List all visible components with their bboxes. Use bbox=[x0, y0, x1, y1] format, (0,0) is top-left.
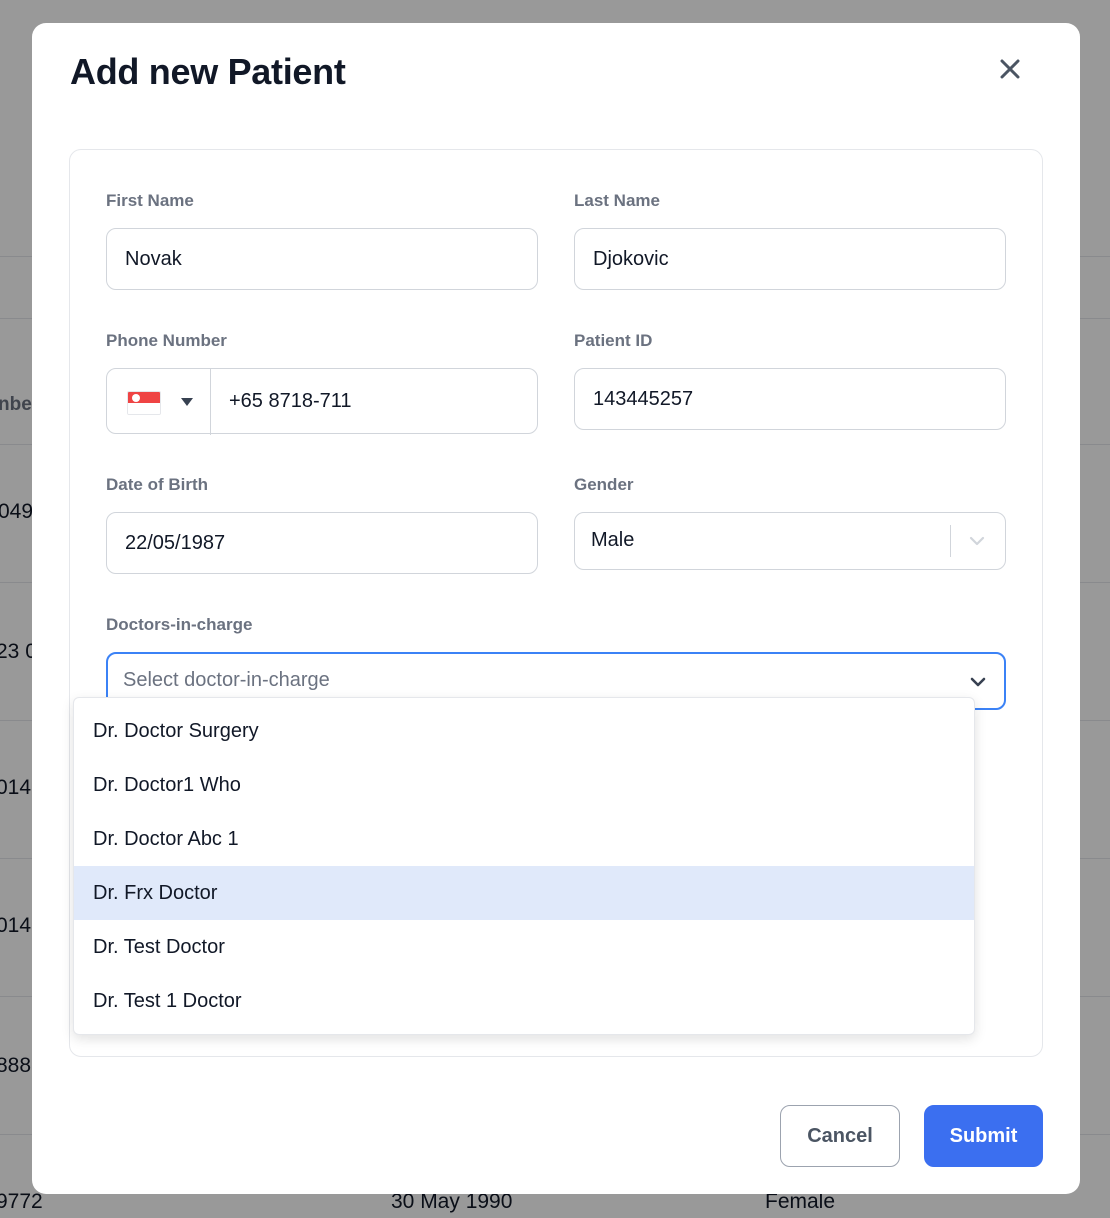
phone-number-label: Phone Number bbox=[106, 331, 227, 350]
doctors-label: Doctors-in-charge bbox=[106, 615, 253, 634]
chevron-down-icon bbox=[970, 677, 986, 687]
modal-title: Add new Patient bbox=[70, 51, 346, 92]
dropdown-option[interactable]: Dr. Doctor1 Who bbox=[74, 758, 974, 812]
doctor-dropdown-menu: Dr. Doctor Surgery Dr. Doctor1 Who Dr. D… bbox=[73, 697, 975, 1035]
chevron-down-icon bbox=[969, 536, 985, 546]
dob-input[interactable] bbox=[106, 512, 538, 574]
patient-id-input[interactable] bbox=[574, 368, 1006, 430]
last-name-input[interactable] bbox=[574, 228, 1006, 290]
phone-number-input[interactable] bbox=[211, 369, 537, 433]
dropdown-option[interactable]: Dr. Test 1 Doctor bbox=[74, 974, 974, 1028]
dob-label: Date of Birth bbox=[106, 475, 208, 494]
gender-select[interactable]: Male bbox=[574, 512, 1006, 570]
gender-value: Male bbox=[591, 529, 635, 551]
select-separator bbox=[950, 525, 951, 557]
dropdown-option[interactable]: Dr. Test Doctor bbox=[74, 920, 974, 974]
dropdown-option[interactable]: Dr. Doctor Surgery bbox=[74, 704, 974, 758]
singapore-flag-icon bbox=[127, 391, 161, 415]
country-code-selector[interactable] bbox=[107, 369, 211, 435]
caret-down-icon bbox=[181, 398, 193, 406]
last-name-label: Last Name bbox=[574, 191, 660, 210]
first-name-input[interactable] bbox=[106, 228, 538, 290]
cancel-button[interactable]: Cancel bbox=[780, 1105, 900, 1167]
patient-id-label: Patient ID bbox=[574, 331, 653, 350]
close-button[interactable] bbox=[994, 53, 1026, 85]
phone-number-field bbox=[106, 368, 538, 435]
close-icon bbox=[1000, 59, 1020, 79]
doctor-select-placeholder: Select doctor-in-charge bbox=[123, 669, 330, 691]
submit-button[interactable]: Submit bbox=[924, 1105, 1043, 1167]
first-name-label: First Name bbox=[106, 191, 194, 210]
gender-label: Gender bbox=[574, 475, 634, 494]
dropdown-option[interactable]: Dr. Doctor Abc 1 bbox=[74, 812, 974, 866]
dropdown-option-highlighted[interactable]: Dr. Frx Doctor bbox=[74, 866, 974, 920]
